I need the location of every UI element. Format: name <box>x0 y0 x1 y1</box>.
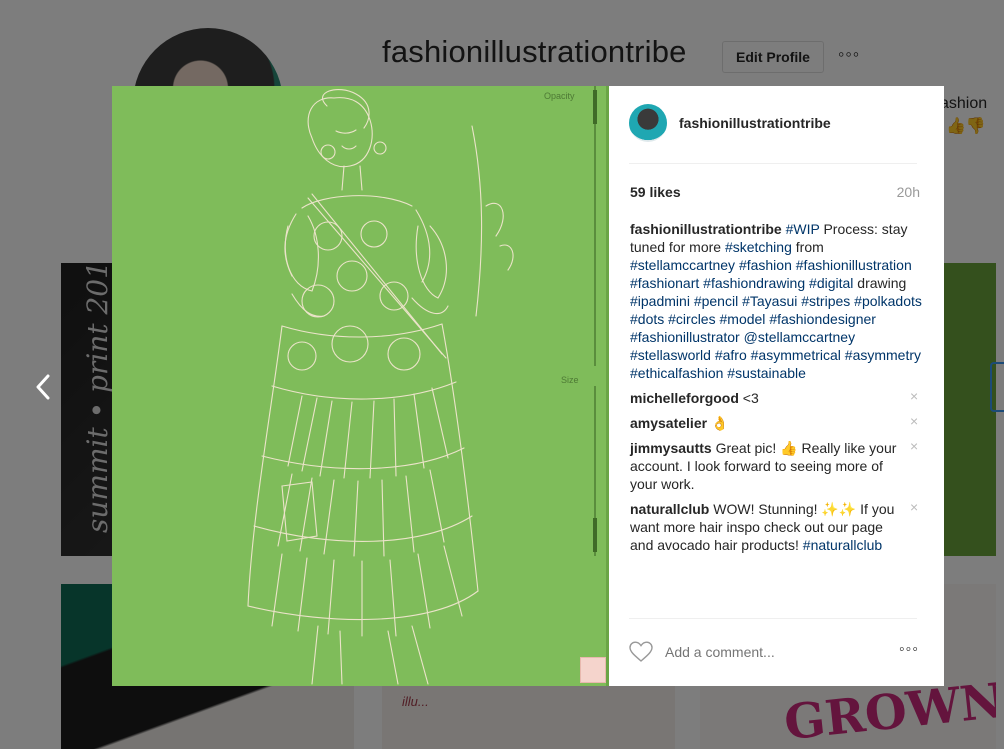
post-header: fashionillustrationtribe <box>629 104 831 142</box>
hashtag-link[interactable]: #WIP <box>786 221 820 237</box>
size-label: Size <box>561 375 579 385</box>
hashtag-link[interactable]: #sustainable <box>727 365 806 381</box>
hashtag-link[interactable]: #fashionart <box>630 275 699 291</box>
hashtag-link[interactable]: #model <box>720 311 766 327</box>
hashtag-link[interactable]: #asymmetry <box>845 347 921 363</box>
hashtag-link[interactable]: #fashiondesigner <box>769 311 876 327</box>
hashtag-link[interactable]: #ipadmini <box>630 293 690 309</box>
author-avatar[interactable] <box>629 104 667 142</box>
comment: amysatelier 👌 × <box>630 414 922 432</box>
comment-text: <3 <box>738 390 759 406</box>
post-image[interactable]: Opacity Size <box>112 86 609 686</box>
comment-username[interactable]: naturallclub <box>630 501 709 517</box>
chevron-left-icon[interactable] <box>33 372 53 402</box>
header-divider <box>629 163 917 164</box>
comment-text: 👌 <box>707 415 729 431</box>
hashtag-link[interactable]: #circles <box>668 311 715 327</box>
add-comment-input[interactable] <box>665 644 865 660</box>
hashtag-link[interactable]: #fashionillustrator <box>630 329 740 345</box>
hashtag-link[interactable]: #sketching <box>725 239 792 255</box>
hashtag-link[interactable]: #fashionillustration <box>796 257 912 273</box>
more-options-icon[interactable]: ◦◦◦ <box>899 641 919 659</box>
hashtag-link[interactable]: #ethicalfashion <box>630 365 723 381</box>
likes-count[interactable]: 59 likes <box>630 184 681 200</box>
post-timestamp[interactable]: 20h <box>897 184 920 200</box>
hashtag-link[interactable]: #stripes <box>801 293 850 309</box>
fashion-sketch-illustration <box>247 89 514 685</box>
comment-composer: ◦◦◦ <box>629 640 919 664</box>
opacity-slider-track <box>594 86 596 366</box>
delete-comment-icon[interactable]: × <box>910 414 922 428</box>
comment-username[interactable]: amysatelier <box>630 415 707 431</box>
hashtag-link[interactable]: @stellamccartney <box>744 329 855 345</box>
color-swatch <box>580 657 606 683</box>
post-caption: fashionillustrationtribe #WIP Process: s… <box>630 220 922 382</box>
comments-list: fashionillustrationtribe #WIP Process: s… <box>630 220 922 561</box>
comment: naturallclub WOW! Stunning! ✨✨ If you wa… <box>630 500 922 554</box>
opacity-slider-thumb <box>593 90 597 124</box>
post-sidebar: fashionillustrationtribe 59 likes 20h fa… <box>609 86 944 686</box>
heart-icon[interactable] <box>629 641 653 663</box>
comment: michelleforgood <3 × <box>630 389 922 407</box>
size-slider-thumb <box>593 518 597 552</box>
caption-username[interactable]: fashionillustrationtribe <box>630 221 782 237</box>
hashtag-link[interactable]: #stellasworld <box>630 347 711 363</box>
delete-comment-icon[interactable]: × <box>910 500 922 514</box>
hashtag-link[interactable]: #Tayasui <box>742 293 797 309</box>
delete-comment-icon[interactable]: × <box>910 389 922 403</box>
hashtag-link[interactable]: #digital <box>809 275 853 291</box>
hashtag-link[interactable]: #fashion <box>739 257 792 273</box>
hashtag-link[interactable]: #pencil <box>694 293 738 309</box>
author-username[interactable]: fashionillustrationtribe <box>679 115 831 131</box>
post-modal: Opacity Size fashionillustrationtribe 59… <box>112 86 944 686</box>
hashtag-link[interactable]: #fashiondrawing <box>703 275 805 291</box>
hashtag-link[interactable]: #naturallclub <box>803 537 882 553</box>
comment-username[interactable]: jimmysautts <box>630 440 712 456</box>
hashtag-link[interactable]: #dots <box>630 311 664 327</box>
opacity-label: Opacity <box>544 91 575 101</box>
hashtag-link[interactable]: #afro <box>715 347 747 363</box>
hashtag-link[interactable]: #polkadots <box>854 293 922 309</box>
hashtag-link[interactable]: #asymmetrical <box>751 347 841 363</box>
footer-divider <box>629 618 917 619</box>
hashtag-link[interactable]: #stellamccartney <box>630 257 735 273</box>
caption-text: from <box>791 239 824 255</box>
delete-comment-icon[interactable]: × <box>910 439 922 453</box>
comment: jimmysautts Great pic! 👍 Really like you… <box>630 439 922 493</box>
comment-username[interactable]: michelleforgood <box>630 390 739 406</box>
caption-text: drawing <box>853 275 907 291</box>
